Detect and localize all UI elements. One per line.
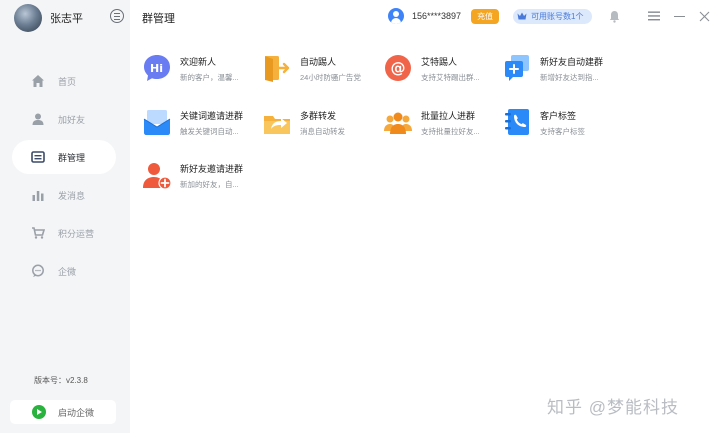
crown-icon <box>517 12 527 20</box>
contact-tag-icon <box>505 109 529 135</box>
profile-name: 张志平 <box>50 13 83 25</box>
svg-text:@: @ <box>391 59 406 77</box>
minimize-icon[interactable] <box>671 8 687 24</box>
feature-new-friend-group[interactable]: 新好友自动建群 新增好友达到指... <box>502 53 620 87</box>
at-icon: @ <box>385 55 411 81</box>
user-icon[interactable] <box>388 8 404 24</box>
sidebar-item-home[interactable]: 首页 <box>12 64 116 98</box>
version-label: 版本号：v2.3.8 <box>34 376 88 385</box>
feature-at-kick[interactable]: @ 艾特踢人 支持艾特踢出群... <box>383 53 501 87</box>
feature-title: 客户标签 <box>540 111 577 121</box>
launch-wecom-button[interactable]: 启动企微 <box>10 400 116 424</box>
bell-icon[interactable] <box>606 8 622 24</box>
exit-door-icon <box>265 56 290 82</box>
chat-icon <box>30 263 46 279</box>
feature-customer-tag[interactable]: 客户标签 支持客户标签 <box>502 107 620 141</box>
sidebar-item-group-manage[interactable]: 群管理 <box>12 140 116 174</box>
sidebar-item-label: 发消息 <box>58 190 86 201</box>
feature-desc: 24小时防骚广告党 <box>300 73 361 82</box>
feature-title: 新好友自动建群 <box>540 57 604 67</box>
feature-title: 自动踢人 <box>300 57 337 67</box>
close-icon[interactable] <box>696 8 712 24</box>
feature-title: 多群转发 <box>300 111 337 121</box>
feature-title: 艾特踢人 <box>421 57 458 67</box>
launch-label: 启动企微 <box>58 407 95 418</box>
feature-new-friend-invite[interactable]: 新好友邀请进群 新加的好友，自... <box>142 160 260 194</box>
avatar[interactable] <box>14 4 42 32</box>
feature-title: 欢迎新人 <box>180 57 217 67</box>
group-manage-icon <box>30 149 46 165</box>
feature-title: 关键词邀请进群 <box>180 111 244 121</box>
sidebar-item-add-friend[interactable]: 加好友 <box>12 102 116 136</box>
sidebar-item-points[interactable]: 积分运营 <box>12 216 116 250</box>
feature-batch-invite[interactable]: 批量拉人进群 支持批量拉好友... <box>383 107 501 141</box>
feature-desc: 支持艾特踢出群... <box>421 73 480 82</box>
sidebar: 张志平 首页 加好友 群管理 发消息 积分运营 企微 版本号：v2.3.8 启动… <box>0 0 130 433</box>
sidebar-item-label: 加好友 <box>58 114 86 125</box>
accounts-badge[interactable]: 可用账号数1个 <box>513 8 592 24</box>
user-icon <box>30 111 46 127</box>
add-user-icon <box>143 163 172 190</box>
sidebar-item-label: 积分运营 <box>58 228 95 239</box>
feature-desc: 新增好友达到指... <box>540 73 599 82</box>
recharge-button[interactable]: 充值 <box>471 8 500 24</box>
svg-text:Hi: Hi <box>150 62 163 75</box>
header-account: 156****3897 充值 可用账号数1个 <box>388 7 592 25</box>
play-icon <box>32 405 46 419</box>
feature-desc: 新的客户，温馨... <box>180 73 239 82</box>
hi-icon: Hi <box>144 55 170 81</box>
page-title: 群管理 <box>142 13 175 25</box>
mail-invite-icon <box>143 110 171 135</box>
watermark: 知乎 @梦能科技 <box>547 398 679 417</box>
feature-auto-kick[interactable]: 自动踢人 24小时防骚广告党 <box>262 53 380 87</box>
feature-desc: 消息自动转发 <box>300 127 345 136</box>
hamburger-icon[interactable] <box>646 8 662 24</box>
feature-desc: 新加的好友，自... <box>180 180 239 189</box>
feature-welcome[interactable]: Hi 欢迎新人 新的客户，温馨... <box>142 53 260 87</box>
sidebar-item-label: 群管理 <box>58 152 86 163</box>
feature-desc: 支持客户标签 <box>540 127 585 136</box>
batch-users-icon <box>384 112 412 134</box>
feature-keyword-invite[interactable]: 关键词邀请进群 触发关键词自动... <box>142 107 260 141</box>
feature-multi-forward[interactable]: 多群转发 消息自动转发 <box>262 107 380 141</box>
feature-desc: 支持批量拉好友... <box>421 127 480 136</box>
accounts-label: 可用账号数1个 <box>531 11 584 21</box>
new-group-icon <box>505 55 529 81</box>
menu-icon[interactable] <box>110 9 124 23</box>
forward-folder-icon <box>264 116 290 134</box>
cart-icon <box>30 225 46 241</box>
profile[interactable]: 张志平 <box>14 4 83 32</box>
sidebar-item-wecom[interactable]: 企微 <box>12 254 116 288</box>
feature-title: 新好友邀请进群 <box>180 164 244 174</box>
sidebar-item-label: 首页 <box>58 76 77 87</box>
feature-desc: 触发关键词自动... <box>180 127 239 136</box>
sidebar-item-send-message[interactable]: 发消息 <box>12 178 116 212</box>
phone-number: 156****3897 <box>412 11 462 21</box>
sidebar-item-label: 企微 <box>58 266 77 277</box>
chart-icon <box>30 187 46 203</box>
home-icon <box>30 73 46 89</box>
feature-title: 批量拉人进群 <box>421 111 476 121</box>
